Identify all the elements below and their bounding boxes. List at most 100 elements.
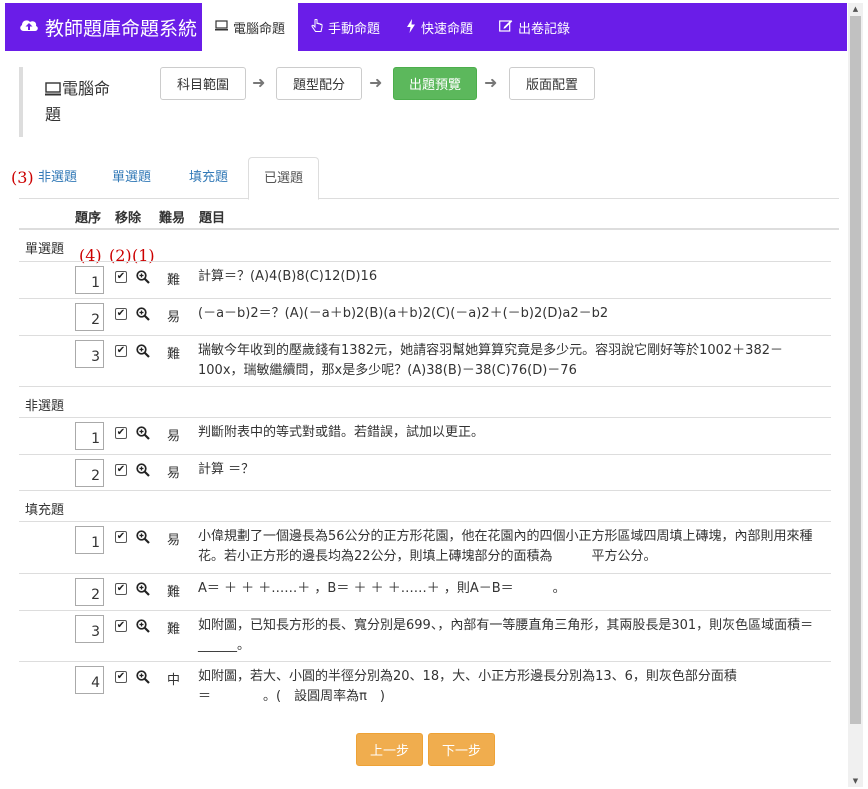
nav-quick-compose[interactable]: 快速命題 (393, 3, 486, 51)
remove-checkbox[interactable]: ✔ (115, 345, 127, 357)
question-type-tabs: 非選題 單選題 填充題 已選題 (19, 157, 839, 200)
zoom-in-icon[interactable] (136, 426, 150, 440)
next-step-button[interactable]: 下一步 (428, 733, 495, 766)
top-navbar: 教師題庫命題系統 電腦命題 手動命題 快速命題 出卷記錄 (5, 3, 847, 51)
remove-checkbox[interactable]: ✔ (115, 671, 127, 683)
nav-label: 手動命題 (328, 21, 381, 37)
row-divider (19, 417, 831, 418)
step-panel-title: 電腦命題 (45, 77, 115, 127)
annotation-3: (3) (11, 168, 34, 187)
remove-checkbox[interactable]: ✔ (115, 583, 127, 595)
group-label-fill-in: 填充題 (25, 503, 65, 518)
group-label-single-choice: 單選題 (25, 242, 65, 257)
row-divider (19, 490, 831, 491)
difficulty-level: 難 (167, 347, 181, 362)
question-text: (－a－b)2＝？(A)(－a＋b)2(B)(a＋b)2(C)(－a)2＋(－b… (198, 306, 609, 321)
order-input[interactable]: 3 (75, 615, 104, 643)
question-text: 瑞敏今年收到的壓歲錢有1382元，她請容羽幫她算算究竟是多少元。容羽說它剛好等於… (198, 343, 783, 378)
header-question: 題目 (199, 211, 226, 226)
difficulty-level: 易 (167, 466, 181, 481)
header-remove: 移除 (115, 211, 142, 226)
order-input[interactable]: 2 (75, 303, 104, 331)
remove-checkbox[interactable]: ✔ (115, 308, 127, 320)
difficulty-level: 易 (167, 533, 181, 548)
nav-label: 電腦命題 (233, 21, 286, 37)
question-text: 計算 ＝？ (198, 462, 255, 477)
annotation-4: (4) (79, 246, 102, 265)
order-input[interactable]: 1 (75, 526, 104, 554)
difficulty-level: 難 (167, 273, 181, 288)
cloud-upload-icon (19, 17, 39, 38)
order-input[interactable]: 2 (75, 578, 104, 606)
zoom-in-icon[interactable] (136, 344, 150, 358)
header-order: 題序 (75, 211, 102, 226)
question-text: 如附圖，已知長方形的長、寬分別是699、，內部有一等腰直角三角形，其兩股長是30… (198, 618, 814, 653)
order-input[interactable]: 1 (75, 422, 104, 450)
tab-single-choice[interactable]: 單選題 (97, 157, 166, 199)
scroll-thumb[interactable] (850, 16, 861, 724)
nav-manual-compose[interactable]: 手動命題 (298, 3, 393, 51)
step-preview[interactable]: 出題預覽 (393, 67, 477, 100)
step-subject-range[interactable]: 科目範圍 (160, 67, 246, 100)
brand[interactable]: 教師題庫命題系統 (5, 3, 202, 51)
question-text: 計算＝？(A)4(B)8(C)12(D)16 (198, 269, 378, 284)
order-input[interactable]: 3 (75, 340, 104, 368)
difficulty-level: 難 (167, 622, 181, 637)
zoom-in-icon[interactable] (136, 463, 150, 477)
remove-checkbox[interactable]: ✔ (115, 531, 127, 543)
order-input[interactable]: 4 (75, 666, 104, 694)
row-divider (19, 335, 831, 336)
question-text: 如附圖，若大、小圓的半徑分別為20、18，大、小正方形邊長分別為13、6，則灰色… (198, 669, 750, 704)
monitor-icon (45, 79, 61, 103)
group-label-non-choice: 非選題 (25, 399, 65, 414)
wizard-steps: 電腦命題 科目範圍 ➜ 題型配分 ➜ 出題預覽 ➜ 版面配置 (19, 67, 839, 137)
zoom-in-icon[interactable] (136, 670, 150, 684)
question-text: 小偉規劃了一個邊長為56公分的正方形花園，他在花園內的四個小正方形區域四周填上磚… (198, 529, 813, 564)
remove-checkbox[interactable]: ✔ (115, 271, 127, 283)
edit-icon (499, 19, 513, 35)
scroll-up-arrow-icon[interactable]: ▲ (848, 3, 863, 15)
remove-checkbox[interactable]: ✔ (115, 464, 127, 476)
difficulty-level: 易 (167, 310, 181, 325)
hand-pointer-icon (311, 18, 323, 36)
question-text: A＝ ＋ ＋ ＋……＋ ，B＝ ＋ ＋ ＋……＋ ，則A－B＝ 。 (198, 581, 566, 596)
scroll-down-arrow-icon[interactable]: ▼ (848, 775, 863, 787)
row-divider (19, 454, 831, 455)
bolt-icon (406, 18, 416, 36)
order-input[interactable]: 2 (75, 459, 104, 487)
zoom-in-icon[interactable] (136, 530, 150, 544)
tab-selected[interactable]: 已選題 (248, 157, 320, 200)
tab-fill-in[interactable]: 填充題 (174, 157, 243, 199)
remove-checkbox[interactable]: ✔ (115, 620, 127, 632)
question-text: 判斷附表中的等式對或錯。若錯誤，試加以更正。 (198, 425, 485, 440)
nav-exam-records[interactable]: 出卷記錄 (486, 3, 583, 51)
zoom-in-icon[interactable] (136, 619, 150, 633)
arrow-right-icon: ➜ (484, 73, 498, 92)
step-question-type-scoring[interactable]: 題型配分 (276, 67, 362, 100)
row-divider (19, 661, 831, 662)
zoom-in-icon[interactable] (136, 270, 150, 284)
annotation-2: (2) (109, 246, 132, 265)
remove-checkbox[interactable]: ✔ (115, 427, 127, 439)
row-divider (19, 610, 831, 611)
difficulty-level: 易 (167, 429, 181, 444)
monitor-icon (215, 20, 228, 34)
arrow-right-icon: ➜ (252, 73, 266, 92)
nav-label: 出卷記錄 (518, 21, 571, 37)
vertical-scrollbar[interactable]: ▲ ▼ (848, 3, 863, 787)
zoom-in-icon[interactable] (136, 307, 150, 321)
arrow-right-icon: ➜ (369, 73, 383, 92)
prev-step-button[interactable]: 上一步 (356, 733, 423, 766)
row-divider (19, 573, 831, 574)
table-header: 題序 移除 難易 題目 (19, 201, 839, 230)
row-divider (19, 521, 831, 522)
zoom-in-icon[interactable] (136, 582, 150, 596)
difficulty-level: 難 (167, 585, 181, 600)
step-layout[interactable]: 版面配置 (509, 67, 595, 100)
row-divider (19, 386, 831, 387)
row-divider (19, 298, 831, 299)
annotation-1: (1) (132, 246, 155, 265)
order-input[interactable]: 1 (75, 266, 104, 294)
nav-label: 快速命題 (421, 21, 474, 37)
nav-computer-compose[interactable]: 電腦命題 (202, 3, 299, 51)
